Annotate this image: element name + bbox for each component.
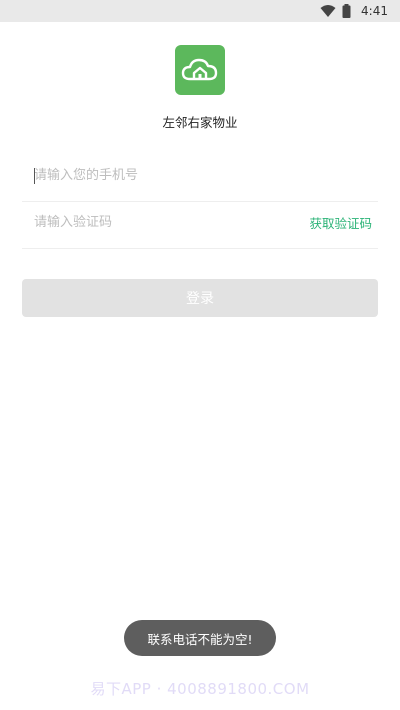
login-screen: 4:41 左邻右家物业 获取验证码 登录 联系电话不能为空! 易下APP · 4…: [0, 0, 400, 710]
watermark: 易下APP · 4008891800.COM: [90, 680, 310, 698]
phone-input[interactable]: [22, 150, 378, 201]
app-name: 左邻右家物业: [162, 115, 238, 130]
phone-field-row: [22, 150, 378, 202]
get-code-button[interactable]: 获取验证码: [309, 213, 378, 232]
cloud-house-icon: [181, 58, 218, 81]
code-field-row: 获取验证码: [22, 197, 378, 249]
wifi-icon: [320, 5, 336, 17]
status-bar: 4:41: [0, 0, 400, 22]
verification-code-input[interactable]: [22, 197, 310, 248]
status-time: 4:41: [361, 4, 388, 18]
toast-message: 联系电话不能为空!: [124, 620, 276, 656]
login-button[interactable]: 登录: [22, 279, 378, 317]
battery-icon: [342, 4, 351, 18]
text-cursor: [34, 168, 35, 184]
app-logo: [175, 45, 225, 95]
